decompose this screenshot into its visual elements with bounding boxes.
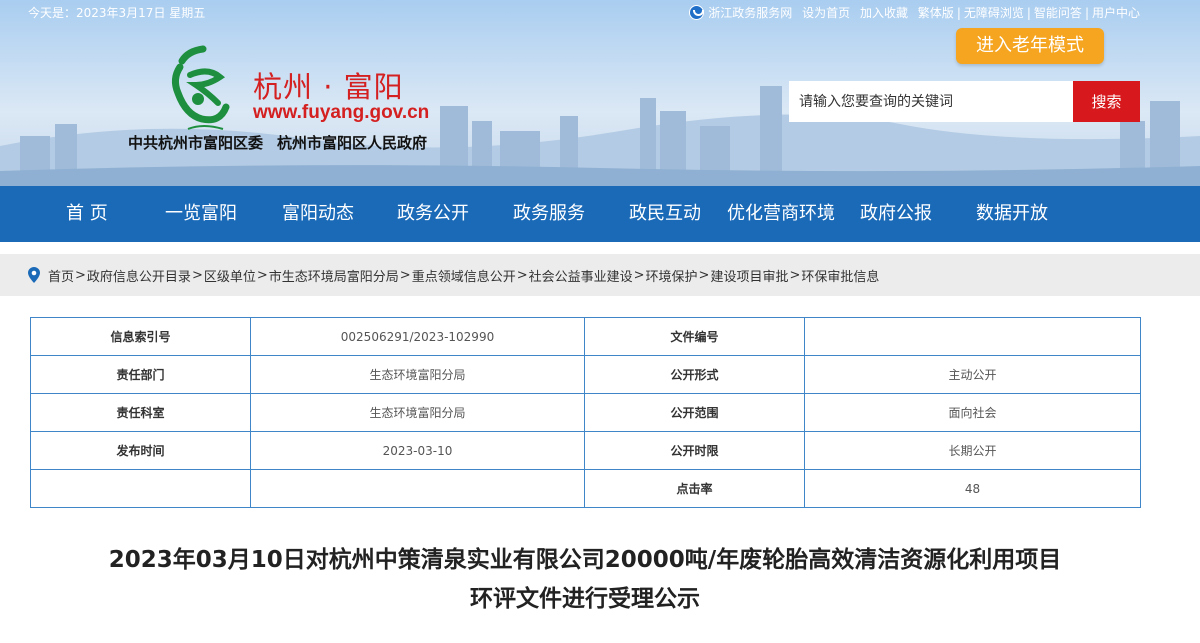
elder-mode-button[interactable]: 进入老年模式 xyxy=(956,28,1104,64)
nav-business-environment[interactable]: 优化营商环境 xyxy=(727,186,835,242)
search-button[interactable]: 搜索 xyxy=(1073,81,1140,122)
main-nav: 首 页 一览富阳 富阳动态 政务公开 政务服务 政民互动 优化营商环境 政府公报… xyxy=(0,186,1200,242)
separator xyxy=(795,6,799,20)
breadcrumb-item[interactable]: 区级单位 xyxy=(204,266,256,285)
table-value: 生态环境富阳分局 xyxy=(250,355,585,394)
breadcrumb-separator: > xyxy=(633,267,645,283)
document-info-table: 信息索引号 002506291/2023-102990 文件编号 责任部门 生态… xyxy=(30,317,1141,508)
nav-gov-services[interactable]: 政务服务 xyxy=(513,186,585,242)
search-input[interactable] xyxy=(789,81,1073,122)
breadcrumb-separator: > xyxy=(75,267,86,283)
nav-news[interactable]: 富阳动态 xyxy=(282,186,354,242)
table-value: 面向社会 xyxy=(804,393,1141,432)
location-pin-icon xyxy=(28,267,40,283)
separator: | xyxy=(1026,5,1031,20)
article-title-line: 环评文件进行受理公示 xyxy=(470,586,700,612)
utility-links: 浙江政务服务网 设为首页 加入收藏 繁体版 | 无障碍浏览 | 智能问答 | 用… xyxy=(689,4,1140,21)
breadcrumb-separator: > xyxy=(399,267,411,283)
table-key: 发布时间 xyxy=(30,431,251,470)
article-title: 2023年03月10日对杭州中策清泉实业有限公司20000吨/年废轮胎高效清洁资… xyxy=(0,541,1170,619)
link-set-homepage[interactable]: 设为首页 xyxy=(802,4,850,21)
zhejiang-gov-icon xyxy=(689,5,705,20)
nav-interaction[interactable]: 政民互动 xyxy=(629,186,701,242)
breadcrumb: 首页 > 政府信息公开目录 > 区级单位 > 市生态环境局富阳分局 > 重点领域信息公开… xyxy=(28,254,879,296)
breadcrumb-item[interactable]: 政府信息公开目录 xyxy=(87,266,191,285)
link-smart-qa[interactable]: 智能问答 xyxy=(1034,4,1082,21)
link-accessibility[interactable]: 无障碍浏览 xyxy=(964,4,1024,21)
table-key: 点击率 xyxy=(584,469,805,508)
breadcrumb-home[interactable]: 首页 xyxy=(48,266,74,285)
breadcrumb-item[interactable]: 环境保护 xyxy=(646,266,698,285)
org-government: 杭州市富阳区人民政府 xyxy=(277,134,428,152)
table-key: 公开形式 xyxy=(584,355,805,394)
breadcrumb-item[interactable]: 重点领域信息公开 xyxy=(412,266,516,285)
link-user-center[interactable]: 用户中心 xyxy=(1092,4,1140,21)
breadcrumb-item[interactable]: 社会公益事业建设 xyxy=(529,266,633,285)
site-organizations: 中共杭州市富阳区委 杭州市富阳区人民政府 xyxy=(128,132,427,153)
table-key: 信息索引号 xyxy=(30,317,251,356)
fuyang-logo-icon[interactable] xyxy=(168,45,238,135)
table-value: 2023-03-10 xyxy=(250,431,585,470)
breadcrumb-item[interactable]: 市生态环境局富阳分局 xyxy=(269,266,399,285)
article-title-line: 2023年03月10日对杭州中策清泉实业有限公司20000吨/年废轮胎高效清洁资… xyxy=(108,547,1062,573)
site-url: www.fuyang.gov.cn xyxy=(253,102,430,123)
breadcrumb-separator: > xyxy=(698,267,710,283)
table-value: 48 xyxy=(804,469,1141,508)
link-zhejiang-service[interactable]: 浙江政务服务网 xyxy=(708,4,792,21)
nav-home[interactable]: 首 页 xyxy=(66,186,108,242)
table-row: 发布时间 2023-03-10 公开时限 长期公开 xyxy=(30,431,1141,470)
nav-overview[interactable]: 一览富阳 xyxy=(165,186,237,242)
table-key: 公开时限 xyxy=(584,431,805,470)
separator: | xyxy=(1084,5,1089,20)
table-value: 主动公开 xyxy=(804,355,1141,394)
table-key: 责任部门 xyxy=(30,355,251,394)
breadcrumb-current[interactable]: 环保审批信息 xyxy=(801,266,879,285)
separator xyxy=(853,6,857,20)
breadcrumb-separator: > xyxy=(256,267,268,283)
table-key xyxy=(30,469,251,508)
top-utility-bar: 今天是：2023年3月17日 星期五 浙江政务服务网 设为首页 加入收藏 繁体版… xyxy=(0,0,1200,24)
table-key: 公开范围 xyxy=(584,393,805,432)
table-row: 信息索引号 002506291/2023-102990 文件编号 xyxy=(30,317,1141,356)
table-row: 责任部门 生态环境富阳分局 公开形式 主动公开 xyxy=(30,355,1141,394)
table-value: 002506291/2023-102990 xyxy=(250,317,585,356)
table-value xyxy=(804,317,1141,356)
site-title[interactable]: 杭州 · 富阳 xyxy=(253,64,404,106)
table-row: 责任科室 生态环境富阳分局 公开范围 面向社会 xyxy=(30,393,1141,432)
header-banner: 今天是：2023年3月17日 星期五 浙江政务服务网 设为首页 加入收藏 繁体版… xyxy=(0,0,1200,186)
link-traditional[interactable]: 繁体版 xyxy=(918,4,954,21)
nav-open-data[interactable]: 数据开放 xyxy=(976,186,1048,242)
breadcrumb-bar: 首页 > 政府信息公开目录 > 区级单位 > 市生态环境局富阳分局 > 重点领域信息公开… xyxy=(0,254,1200,296)
org-party-committee: 中共杭州市富阳区委 xyxy=(128,134,264,152)
separator: | xyxy=(956,5,961,20)
table-key: 责任科室 xyxy=(30,393,251,432)
breadcrumb-item[interactable]: 建设项目审批 xyxy=(710,266,788,285)
separator xyxy=(911,6,915,20)
search-box: 搜索 xyxy=(789,81,1140,122)
breadcrumb-separator: > xyxy=(191,267,203,283)
nav-gov-disclosure[interactable]: 政务公开 xyxy=(397,186,469,242)
table-value: 长期公开 xyxy=(804,431,1141,470)
breadcrumb-separator: > xyxy=(789,267,801,283)
link-add-favorite[interactable]: 加入收藏 xyxy=(860,4,908,21)
table-key: 文件编号 xyxy=(584,317,805,356)
table-value xyxy=(250,469,585,508)
breadcrumb-separator: > xyxy=(516,267,528,283)
current-date: 今天是：2023年3月17日 星期五 xyxy=(28,6,206,20)
nav-gazette[interactable]: 政府公报 xyxy=(860,186,932,242)
table-row: 点击率 48 xyxy=(30,469,1141,508)
table-value: 生态环境富阳分局 xyxy=(250,393,585,432)
